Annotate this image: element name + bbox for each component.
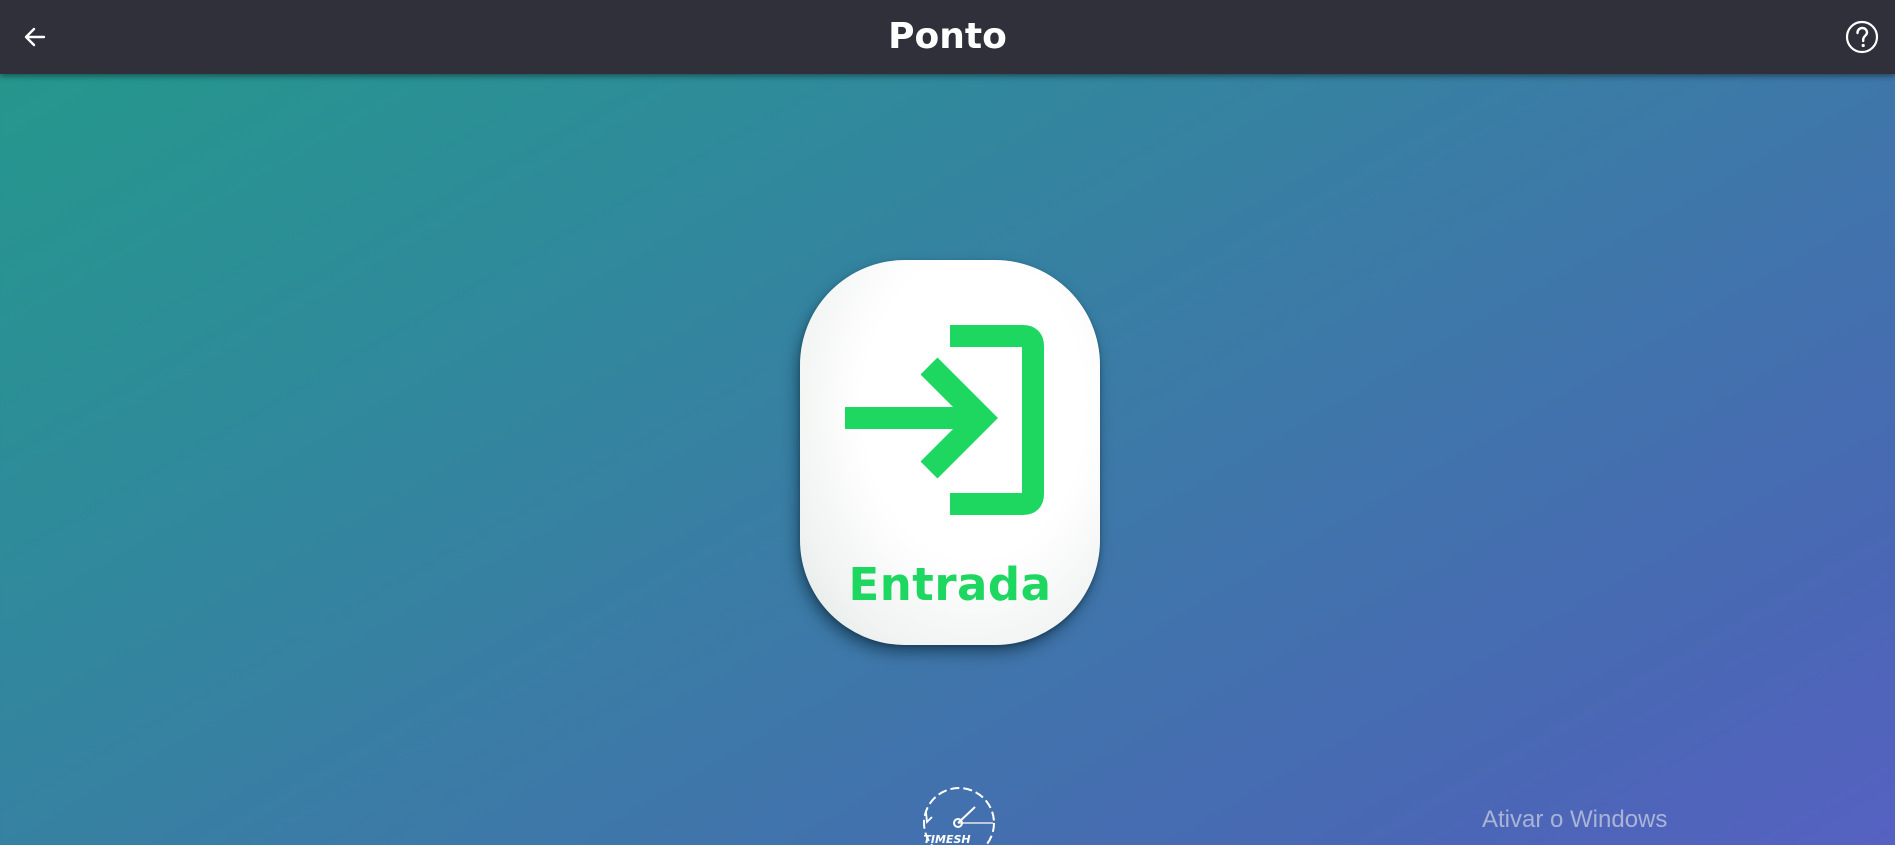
entrada-button[interactable]: Entrada bbox=[800, 260, 1100, 645]
top-bar: Ponto bbox=[0, 0, 1895, 74]
help-button[interactable] bbox=[1843, 18, 1881, 56]
entrada-label: Entrada bbox=[848, 558, 1052, 611]
back-button[interactable] bbox=[14, 16, 56, 58]
page-title: Ponto bbox=[888, 16, 1007, 57]
windows-activation-watermark: Ativar o Windows bbox=[1482, 806, 1668, 833]
timesh-logo: TIMESH bbox=[905, 785, 1005, 845]
help-circle-icon bbox=[1845, 20, 1879, 54]
login-arrow-icon bbox=[845, 325, 1044, 515]
logo-text: TIMESH bbox=[923, 833, 970, 845]
arrow-left-icon bbox=[24, 27, 46, 47]
